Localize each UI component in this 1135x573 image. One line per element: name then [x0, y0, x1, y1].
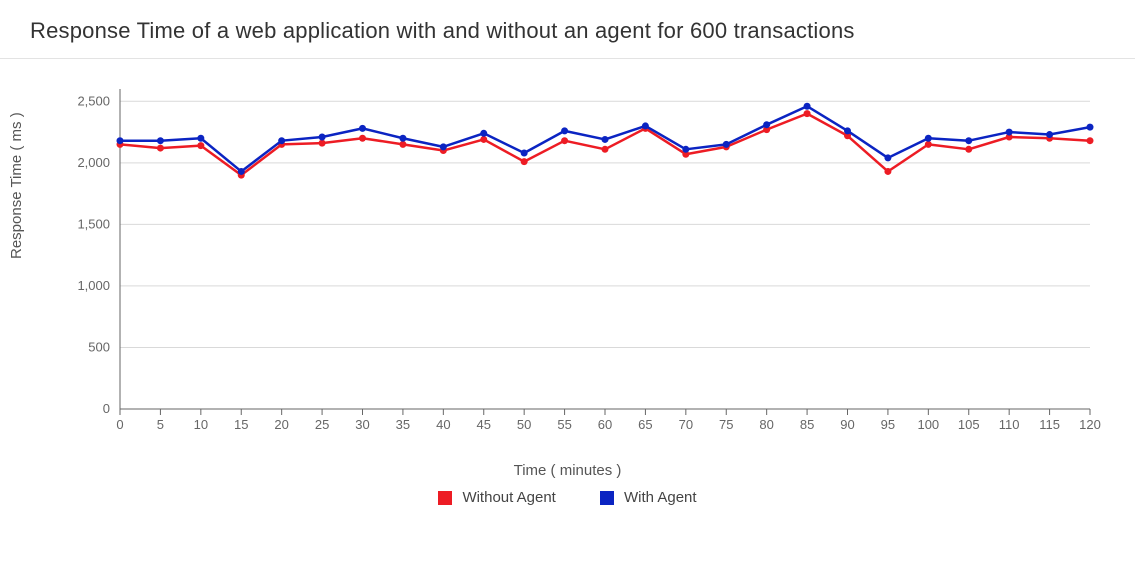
svg-text:1,500: 1,500 [77, 216, 110, 231]
svg-text:80: 80 [759, 417, 773, 432]
svg-text:75: 75 [719, 417, 733, 432]
legend-swatch-icon [438, 491, 452, 505]
svg-text:55: 55 [557, 417, 571, 432]
svg-text:35: 35 [396, 417, 410, 432]
svg-text:60: 60 [598, 417, 612, 432]
plot-svg: 0 500 1,000 1,500 2,000 2,500 0 5 10 15 20 25 30 35 40… [60, 79, 1110, 459]
svg-text:1,000: 1,000 [77, 278, 110, 293]
svg-text:10: 10 [194, 417, 208, 432]
svg-text:30: 30 [355, 417, 369, 432]
legend-item-without-agent: Without Agent [438, 489, 555, 506]
chart-title: Response Time of a web application with … [0, 0, 1135, 58]
svg-text:45: 45 [477, 417, 491, 432]
y-axis-label: Response Time ( ms ) [8, 112, 25, 259]
svg-text:500: 500 [88, 339, 110, 354]
svg-text:25: 25 [315, 417, 329, 432]
svg-text:65: 65 [638, 417, 652, 432]
svg-text:50: 50 [517, 417, 531, 432]
svg-text:115: 115 [1039, 417, 1060, 432]
svg-text:15: 15 [234, 417, 248, 432]
svg-text:100: 100 [917, 417, 939, 432]
svg-text:85: 85 [800, 417, 814, 432]
legend-swatch-icon [600, 491, 614, 505]
svg-text:0: 0 [116, 417, 123, 432]
svg-text:120: 120 [1079, 417, 1101, 432]
svg-text:5: 5 [157, 417, 164, 432]
svg-text:90: 90 [840, 417, 854, 432]
legend-label: With Agent [624, 489, 697, 506]
svg-text:20: 20 [274, 417, 288, 432]
svg-text:40: 40 [436, 417, 450, 432]
svg-text:110: 110 [999, 417, 1020, 432]
svg-text:105: 105 [958, 417, 980, 432]
svg-text:2,000: 2,000 [77, 155, 110, 170]
legend: Without Agent With Agent [0, 489, 1135, 509]
svg-text:70: 70 [679, 417, 693, 432]
svg-text:2,500: 2,500 [77, 93, 110, 108]
svg-text:0: 0 [103, 401, 110, 416]
x-axis-label: Time ( minutes ) [0, 462, 1135, 479]
legend-item-with-agent: With Agent [600, 489, 697, 506]
svg-text:95: 95 [881, 417, 895, 432]
chart-area: Response Time ( ms ) 05001,0001,5002,000… [0, 59, 1135, 489]
legend-label: Without Agent [462, 489, 555, 506]
